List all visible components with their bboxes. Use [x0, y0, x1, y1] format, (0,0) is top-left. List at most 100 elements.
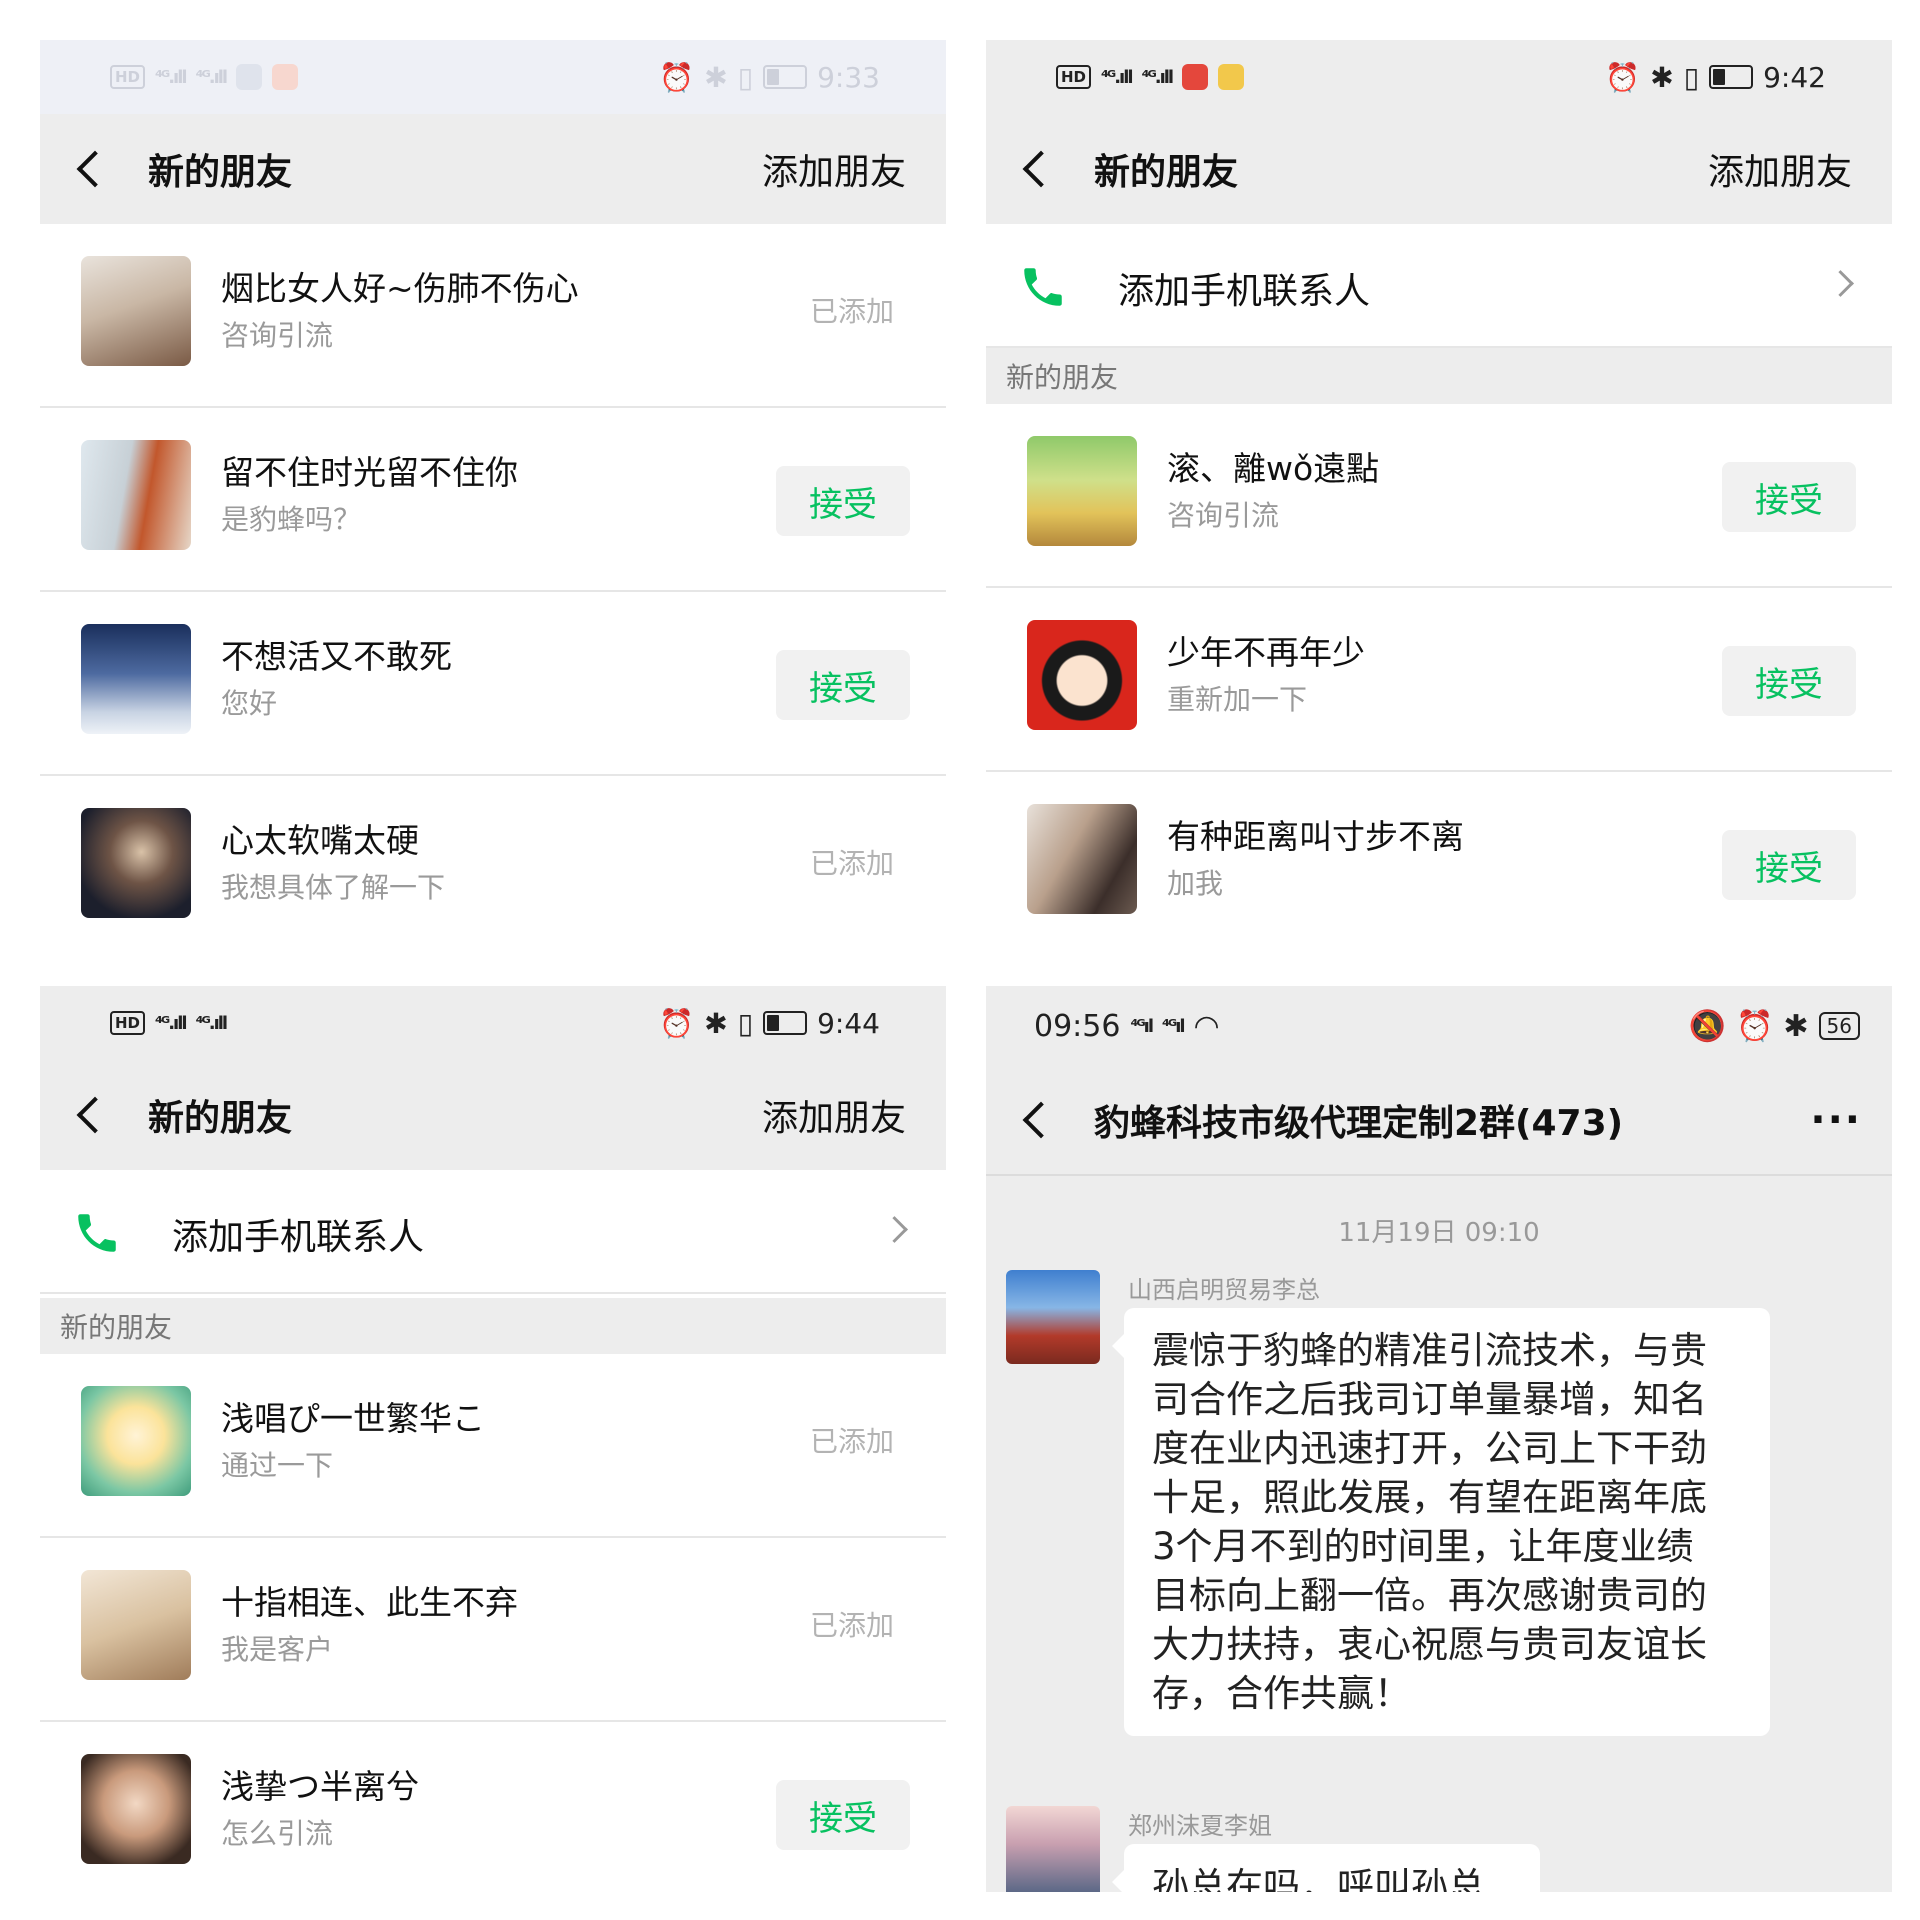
friend-request-row[interactable]: 浅挚つ半离兮 怎么引流 接受 [40, 1722, 946, 1892]
friend-message: 重新加一下 [1167, 683, 1308, 716]
section-header: 新的朋友 [986, 348, 1892, 404]
message-bubble[interactable]: 震惊于豹蜂的精准引流技术，与贵 司合作之后我司订单量暴增，知名 度在业内迅速打开… [1112, 1308, 1770, 1736]
more-icon[interactable]: ··· [1810, 1097, 1862, 1143]
message-bubble[interactable]: 孙总在吗，呼叫孙总😊 [1112, 1844, 1540, 1892]
signal-icon: ⁴ᴳ.ıll [1101, 66, 1134, 88]
signal-icon: ⁴ᴳ.ıll [155, 1012, 188, 1034]
battery-icon [1709, 65, 1754, 89]
friend-name: 留不住时光留不住你 [221, 453, 518, 492]
battery-icon [763, 65, 808, 89]
friend-request-row[interactable]: 留不住时光留不住你 是豹蜂吗？ 接受 [40, 408, 946, 592]
friend-name: 烟比女人好~伤肺不伤心 [221, 269, 579, 308]
avatar [81, 1386, 191, 1496]
page-title: 新的朋友 [1094, 152, 1239, 193]
added-status: 已添加 [809, 1609, 894, 1642]
message-line: 大力扶持，衷心祝愿与贵司友谊长 [1152, 1623, 1707, 1666]
chat-title: 豹蜂科技市级代理定制2群(473) [1094, 1103, 1624, 1144]
added-status: 已添加 [809, 1425, 894, 1458]
add-friend-button[interactable]: 添加朋友 [762, 1089, 906, 1141]
avatar [81, 808, 191, 918]
group-chat-screen: 09:56 ⁴ᴳıl ⁴ᴳıl ◠ 🔕 ⏰ ✱ 56 豹蜂科技市级代理定制2群(… [986, 986, 1892, 1892]
bluetooth-icon: ✱ [1650, 60, 1674, 94]
app-icon [272, 64, 299, 90]
back-icon[interactable] [76, 1096, 114, 1134]
avatar [81, 440, 191, 550]
friend-request-row[interactable]: 烟比女人好~伤肺不伤心 咨询引流 已添加 [40, 224, 946, 408]
add-friend-button[interactable]: 添加朋友 [762, 143, 906, 195]
battery-icon: 56 [1818, 1012, 1860, 1040]
battery-icon [763, 1011, 808, 1035]
message-line: 震惊于豹蜂的精准引流技术，与贵 [1152, 1329, 1707, 1372]
message-line: 3个月不到的时间里，让年度业绩 [1152, 1525, 1694, 1568]
new-friends-screen-1: HD ⁴ᴳ.ıll ⁴ᴳ.ıll ⏰ ✱ ▯ 9:33 新的朋友 添加朋友 烟比… [40, 40, 946, 946]
back-icon[interactable] [76, 150, 114, 188]
accept-button[interactable]: 接受 [1722, 462, 1856, 532]
add-phone-contacts-row[interactable]: 添加手机联系人 [986, 224, 1892, 348]
app-icon [1218, 64, 1245, 90]
avatar [1027, 804, 1137, 914]
vibrate-icon: ▯ [737, 60, 754, 94]
message-line: 司合作之后我司订单量暴增，知名 [1152, 1378, 1707, 1421]
friend-request-row[interactable]: 有种距离叫寸步不离 加我 接受 [986, 772, 1892, 946]
chat-nav-bar: 豹蜂科技市级代理定制2群(473) ··· [986, 1066, 1892, 1176]
avatar [81, 1570, 191, 1680]
signal-icon: ⁴ᴳ.ıll [195, 1012, 229, 1034]
friend-request-row[interactable]: 心太软嘴太硬 我想具体了解一下 已添加 [40, 776, 946, 946]
friend-message: 加我 [1167, 867, 1224, 900]
status-bar: 09:56 ⁴ᴳıl ⁴ᴳıl ◠ 🔕 ⏰ ✱ 56 [986, 986, 1892, 1066]
avatar[interactable] [1006, 1270, 1100, 1364]
accept-button[interactable]: 接受 [776, 466, 910, 536]
friend-request-row[interactable]: 十指相连、此生不弃 我是客户 已添加 [40, 1538, 946, 1722]
avatar [81, 256, 191, 366]
hd-icon: HD [110, 1011, 146, 1035]
page-title: 新的朋友 [148, 152, 293, 193]
message-timestamp: 11月19日 09:10 [1338, 1218, 1540, 1248]
new-friends-screen-3: HD ⁴ᴳ.ıll ⁴ᴳ.ıll ⏰ ✱ ▯ 9:44 新的朋友 添加朋友 添加… [40, 986, 946, 1892]
friend-request-row[interactable]: 不想活又不敢死 您好 接受 [40, 592, 946, 776]
add-friend-button[interactable]: 添加朋友 [1708, 143, 1852, 195]
accept-button[interactable]: 接受 [1722, 646, 1856, 716]
bluetooth-icon: ✱ [704, 1006, 728, 1040]
friend-name: 心太软嘴太硬 [221, 821, 419, 860]
alarm-icon: ⏰ [659, 60, 695, 94]
accept-button[interactable]: 接受 [776, 650, 910, 720]
new-friends-screen-2: HD ⁴ᴳ.ıll ⁴ᴳ.ıll ⏰ ✱ ▯ 9:42 新的朋友 添加朋友 添加… [986, 40, 1892, 946]
status-bar: HD ⁴ᴳ.ıll ⁴ᴳ.ıll ⏰ ✱ ▯ 9:42 [986, 40, 1892, 114]
back-icon[interactable] [1022, 1101, 1060, 1139]
vibrate-icon: ▯ [737, 1006, 754, 1040]
alarm-icon: ⏰ [1605, 60, 1641, 94]
avatar[interactable] [1006, 1806, 1100, 1892]
message-line: 度在业内迅速打开，公司上下干劲 [1152, 1427, 1707, 1470]
signal-icon: ⁴ᴳıl [1130, 1015, 1153, 1037]
app-icon [236, 64, 263, 90]
app-icon [1182, 64, 1209, 90]
chevron-right-icon [1827, 270, 1854, 297]
accept-button[interactable]: 接受 [776, 1780, 910, 1850]
alarm-icon: ⏰ [659, 1006, 695, 1040]
friend-message: 您好 [221, 687, 278, 720]
mute-icon: 🔕 [1688, 1008, 1727, 1044]
friend-message: 怎么引流 [221, 1817, 334, 1850]
back-icon[interactable] [1022, 150, 1060, 188]
friend-request-row[interactable]: 滚、離wǒ遠點 咨询引流 接受 [986, 404, 1892, 588]
status-time: 9:42 [1763, 60, 1826, 94]
friend-message: 我想具体了解一下 [221, 871, 446, 904]
status-time: 09:56 [1034, 1008, 1121, 1044]
accept-button[interactable]: 接受 [1722, 830, 1856, 900]
added-status: 已添加 [809, 295, 894, 328]
friend-message: 我是客户 [221, 1633, 334, 1666]
sender-name: 郑州沫夏李姐 [1128, 1812, 1272, 1840]
friend-request-row[interactable]: 浅唱ぴ一世繁华こ 通过一下 已添加 [40, 1354, 946, 1538]
friend-message: 是豹蜂吗？ [221, 503, 362, 536]
section-header: 新的朋友 [40, 1298, 946, 1354]
status-time: 9:44 [817, 1006, 880, 1040]
friend-request-row[interactable]: 少年不再年少 重新加一下 接受 [986, 588, 1892, 772]
add-phone-contacts-row[interactable]: 添加手机联系人 [40, 1170, 946, 1294]
nav-bar: 新的朋友 添加朋友 [40, 1060, 946, 1170]
bluetooth-icon: ✱ [1783, 1008, 1809, 1044]
status-bar: HD ⁴ᴳ.ıll ⁴ᴳ.ıll ⏰ ✱ ▯ 9:33 [40, 40, 946, 114]
phone-icon [78, 1214, 116, 1252]
friend-name: 浅挚つ半离兮 [221, 1767, 419, 1806]
friend-name: 浅唱ぴ一世繁华こ [221, 1399, 485, 1438]
sender-name: 山西启明贸易李总 [1128, 1276, 1320, 1304]
